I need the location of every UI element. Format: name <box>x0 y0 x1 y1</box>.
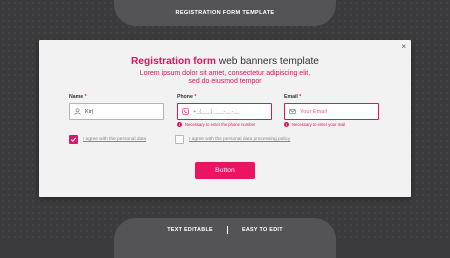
email-label-text: Email <box>284 94 298 100</box>
personal-data-checkbox-row[interactable]: I agree with the personal data <box>69 135 146 144</box>
phone-field-placeholder: +_(___) ___-__-__ <box>193 108 240 115</box>
processing-policy-checkbox[interactable] <box>175 135 184 144</box>
error-icon: ! <box>284 122 289 127</box>
phone-error-text: Necessary to enter the phone number <box>185 122 256 127</box>
error-icon: ! <box>177 122 182 127</box>
phone-field[interactable]: +_(___) ___-__-__ <box>177 103 272 120</box>
processing-policy-checkbox-row[interactable]: I agree with the personal data processin… <box>175 135 290 144</box>
header-tab-label: REGISTRATION FORM TEMPLATE <box>175 10 275 16</box>
subtitle-line-1: Lorem ipsum dolor sit amet, consectetur … <box>139 70 311 77</box>
email-label: Email * <box>284 94 301 100</box>
name-required-mark: * <box>84 94 87 100</box>
close-icon[interactable]: × <box>401 42 406 51</box>
user-icon <box>74 108 81 115</box>
footer-divider <box>226 226 228 234</box>
footer-tab-text-editable: TEXT EDITABLE <box>167 227 213 233</box>
title-accent: Registration form <box>131 56 216 67</box>
processing-policy-checkbox-label[interactable]: I agree with the personal data processin… <box>189 137 290 142</box>
phone-error: ! Necessary to enter the phone number <box>177 122 255 127</box>
title-rest: web banners template <box>215 56 319 67</box>
phone-icon <box>182 108 189 115</box>
email-error: ! Necessary to enter your mail <box>284 122 345 127</box>
name-field[interactable]: Kir| <box>69 103 164 120</box>
email-field-placeholder: Your Email <box>300 108 327 115</box>
check-icon <box>70 137 77 142</box>
phone-required-mark: * <box>194 94 197 100</box>
phone-label: Phone * <box>177 94 196 100</box>
submit-button[interactable]: Button <box>195 162 255 179</box>
modal-subtitle: Lorem ipsum dolor sit amet, consectetur … <box>39 70 411 86</box>
email-error-text: Necessary to enter your mail <box>292 122 346 127</box>
phone-label-text: Phone <box>177 94 193 100</box>
subtitle-line-2: sed do eiusmod tempor <box>188 78 262 86</box>
footer-tab-easy-to-edit: EASY TO EDIT <box>241 227 283 233</box>
email-required-mark: * <box>299 94 302 100</box>
email-field[interactable]: Your Email <box>284 103 379 120</box>
personal-data-checkbox-label[interactable]: I agree with the personal data <box>83 137 146 142</box>
mail-icon <box>289 109 296 114</box>
header-tab: REGISTRATION FORM TEMPLATE <box>114 0 336 26</box>
name-field-value: Kir| <box>85 108 94 115</box>
name-label: Name * <box>69 94 87 100</box>
name-label-text: Name <box>69 94 84 100</box>
modal-title: Registration form web banners template <box>39 56 411 67</box>
footer-tab: TEXT EDITABLE EASY TO EDIT <box>114 218 336 258</box>
registration-modal: × Registration form web banners template… <box>39 40 411 197</box>
personal-data-checkbox[interactable] <box>69 135 78 144</box>
